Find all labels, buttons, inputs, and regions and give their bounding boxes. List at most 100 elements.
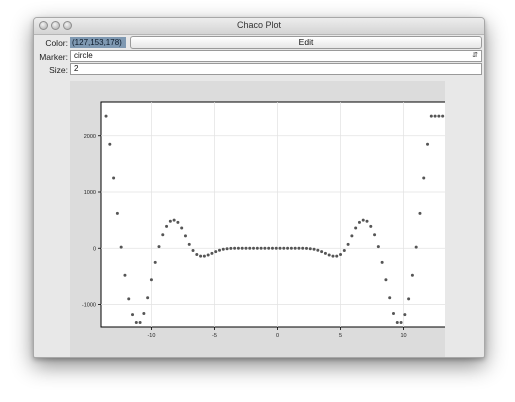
data-point <box>418 211 422 215</box>
data-point <box>350 234 354 238</box>
data-point <box>233 246 237 250</box>
data-point <box>138 321 142 324</box>
y-tick-label: 2000 <box>84 134 96 140</box>
data-point <box>267 246 271 250</box>
data-point <box>376 245 380 249</box>
data-point <box>327 253 331 257</box>
data-point <box>157 245 161 249</box>
data-point <box>149 278 153 282</box>
y-tick-label: -1000 <box>82 303 96 309</box>
marker-selected-value: circle <box>74 51 93 60</box>
data-point <box>342 249 346 252</box>
scatter-plot: -10 -5 0 5 10 -1000 0 1000 2000 <box>82 101 455 339</box>
data-point <box>286 246 290 250</box>
data-point <box>119 245 123 249</box>
data-point <box>161 233 165 237</box>
size-input[interactable]: 2 <box>70 63 482 75</box>
data-point <box>199 254 203 258</box>
data-point <box>146 296 150 300</box>
data-point <box>168 219 172 223</box>
color-value-swatch[interactable]: (127,153,178) <box>70 37 126 48</box>
data-point <box>320 250 324 254</box>
data-point <box>134 321 138 324</box>
data-point <box>380 260 384 264</box>
data-point <box>339 252 343 256</box>
data-point <box>236 246 240 250</box>
data-point <box>229 246 233 250</box>
data-point <box>395 321 399 324</box>
size-label: Size: <box>49 65 68 75</box>
data-point <box>225 247 229 251</box>
data-point <box>112 176 116 180</box>
chaco-plot-window: Chaco Plot Color: (127,153,178) Edit Mar… <box>33 17 485 358</box>
data-point <box>187 242 191 246</box>
data-point <box>293 246 297 250</box>
data-point <box>195 252 199 256</box>
data-point <box>422 176 426 180</box>
data-point <box>183 234 187 238</box>
data-point <box>289 246 293 250</box>
data-point <box>346 242 350 246</box>
y-tick-label: 1000 <box>84 190 96 196</box>
data-point <box>361 218 365 222</box>
x-tick-label: -10 <box>147 333 155 339</box>
data-point <box>252 246 256 250</box>
plot-canvas[interactable]: -10 -5 0 5 10 -1000 0 1000 2000 <box>70 81 455 357</box>
data-point <box>259 246 263 250</box>
data-point <box>410 273 414 277</box>
data-point <box>206 253 210 257</box>
data-point <box>331 254 335 258</box>
data-point <box>123 273 127 277</box>
data-point <box>429 114 433 118</box>
select-arrows-icon: ⇵ <box>472 52 478 59</box>
data-point <box>244 246 248 250</box>
data-point <box>115 211 119 215</box>
marker-label: Marker: <box>39 52 68 62</box>
data-point <box>153 260 157 264</box>
data-point <box>391 312 395 315</box>
data-point <box>127 297 131 301</box>
data-point <box>255 246 259 250</box>
data-point <box>108 142 112 146</box>
y-tick-label: 0 <box>93 246 96 252</box>
data-point <box>202 254 206 258</box>
data-point <box>240 246 244 250</box>
data-point <box>384 278 388 282</box>
data-point <box>403 313 407 317</box>
data-point <box>278 246 282 250</box>
data-point <box>369 224 373 228</box>
data-point <box>210 251 214 255</box>
data-point <box>131 313 135 317</box>
data-point <box>335 254 339 258</box>
data-point <box>282 246 286 250</box>
data-point <box>414 245 418 249</box>
data-point <box>388 296 392 300</box>
data-point <box>214 250 218 254</box>
data-point <box>274 246 278 250</box>
data-point <box>433 114 437 118</box>
data-point <box>172 218 176 222</box>
x-tick-label: 0 <box>276 333 279 339</box>
marker-select[interactable]: circle ⇵ <box>70 50 482 62</box>
data-point <box>441 114 445 118</box>
data-point <box>323 251 327 255</box>
data-point <box>316 248 320 252</box>
data-point <box>437 114 441 118</box>
x-tick-label: 5 <box>339 333 342 339</box>
color-label: Color: <box>45 38 68 48</box>
data-point <box>104 114 108 118</box>
data-point <box>218 248 222 252</box>
edit-color-button[interactable]: Edit <box>130 36 482 49</box>
data-point <box>365 219 369 223</box>
data-point <box>407 297 411 301</box>
title-bar: Chaco Plot <box>34 18 484 35</box>
data-point <box>180 226 184 230</box>
data-point <box>354 226 358 230</box>
window-title: Chaco Plot <box>236 20 282 30</box>
data-point <box>297 246 301 250</box>
data-point <box>263 246 267 250</box>
data-point <box>373 233 377 237</box>
data-point <box>301 246 305 250</box>
data-point <box>308 247 312 251</box>
data-point <box>191 249 195 252</box>
